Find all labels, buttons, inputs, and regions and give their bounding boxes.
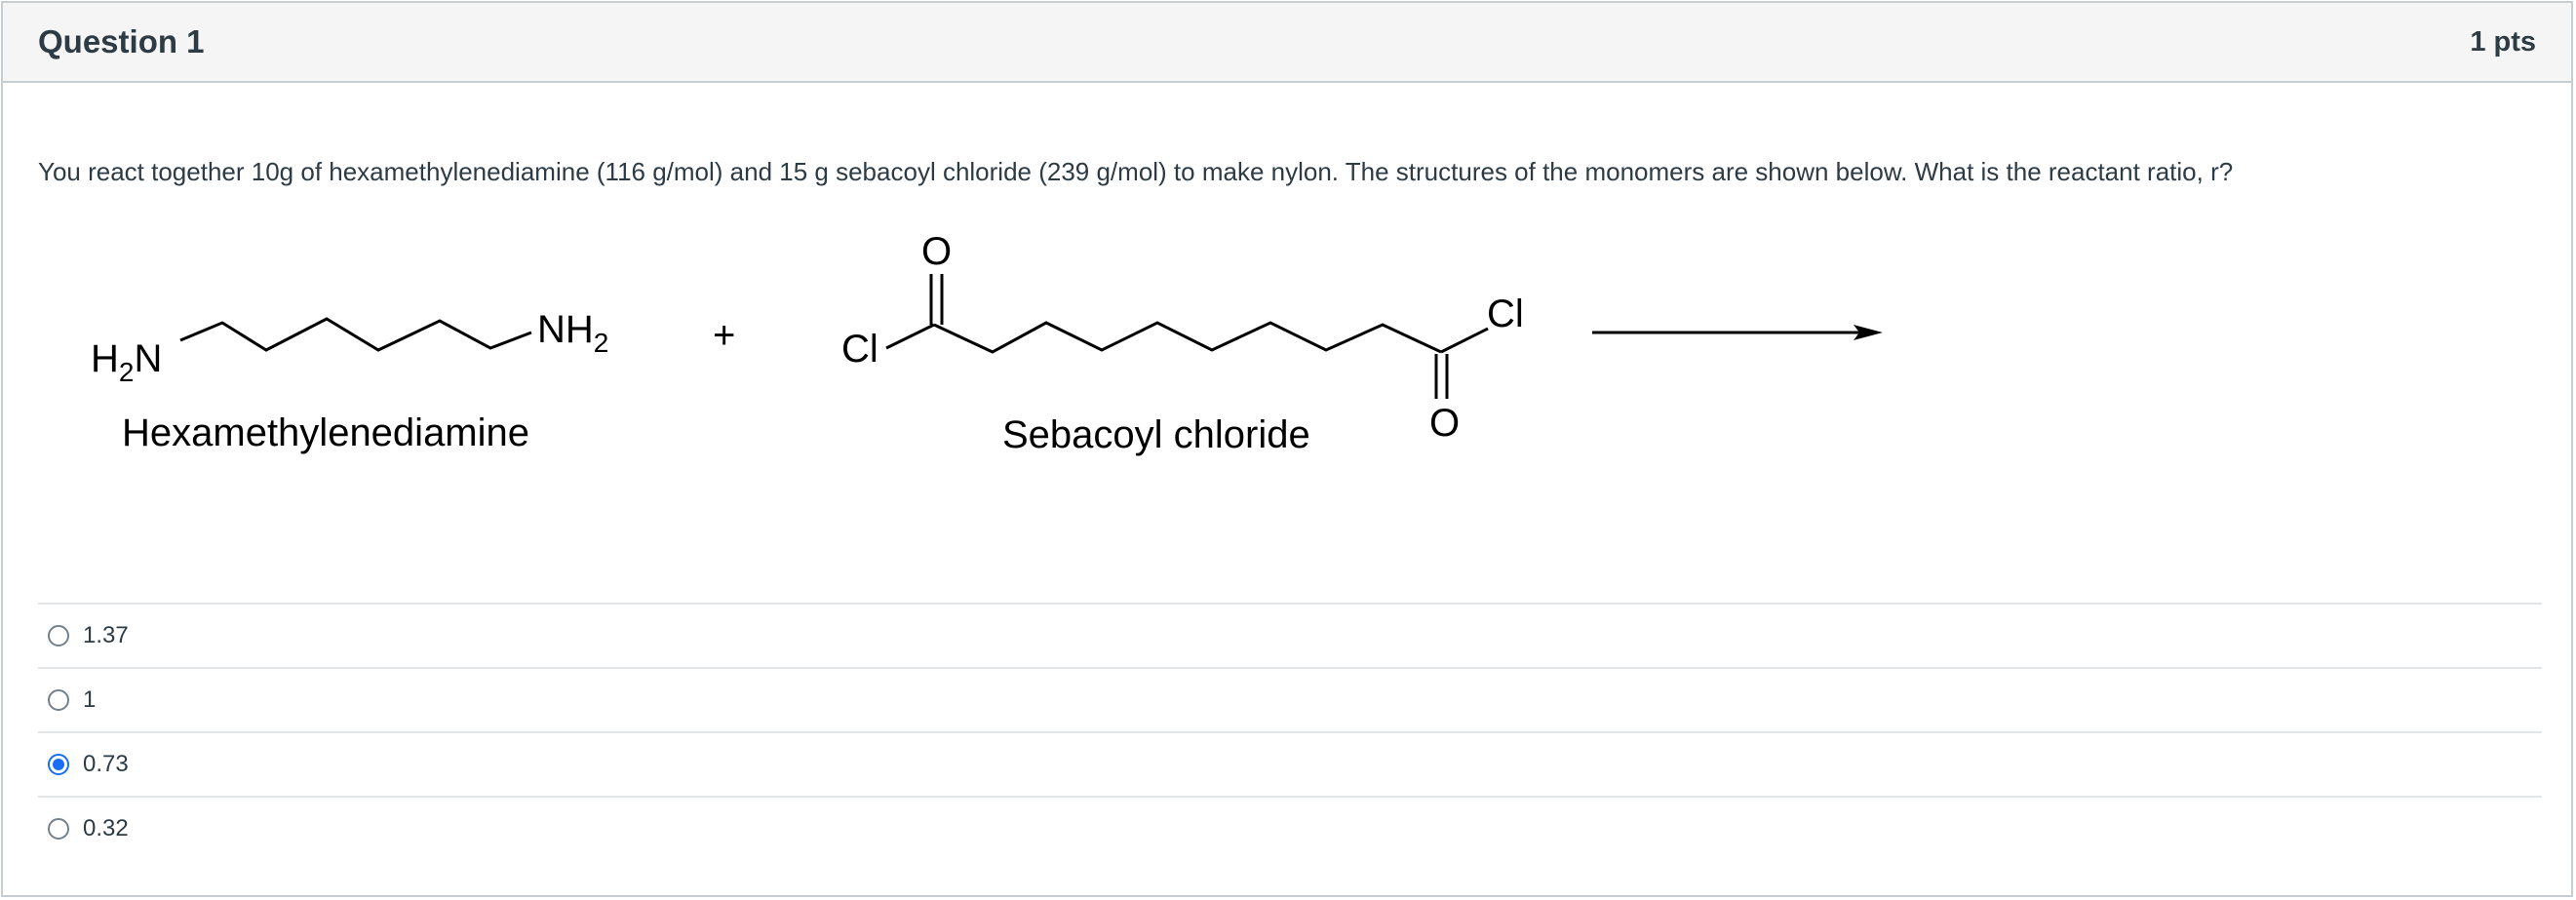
bond-cl-left <box>885 323 935 350</box>
question-title: Question 1 <box>38 23 205 59</box>
h2n-label: H2N <box>91 337 162 387</box>
diamine-chain <box>179 317 532 352</box>
cl-right-label: Cl <box>1487 293 1524 335</box>
question-points: 1 pts <box>2470 25 2536 58</box>
question-text: You react together 10g of hexamethylened… <box>38 157 2234 186</box>
answer-label: 1 <box>83 686 97 713</box>
nh2-label: NH2 <box>537 308 608 358</box>
plus-sign: + <box>713 314 735 357</box>
answer-label: 0.32 <box>83 815 129 841</box>
answer-option[interactable]: 0.73 <box>38 731 2542 796</box>
answer-label: 0.73 <box>83 751 129 777</box>
question-header: Question 1 1 pts <box>3 3 2571 83</box>
question-card: Question 1 1 pts You react together 10g … <box>1 1 2573 897</box>
sebacoyl-chloride-label: Sebacoyl chloride <box>1002 413 1310 456</box>
answer-option[interactable]: 1 <box>38 667 2542 731</box>
answer-option[interactable]: 0.32 <box>38 796 2542 860</box>
radio-button[interactable] <box>48 625 69 646</box>
o-top-label: O <box>921 230 952 273</box>
radio-button-selected[interactable] <box>48 754 69 775</box>
answer-label: 1.37 <box>83 622 129 648</box>
cl-left-label: Cl <box>841 328 878 371</box>
bond-cl-right <box>1440 327 1489 354</box>
reaction-diagram: H2N NH2 Hexamethylenediamine + Cl O Cl O… <box>91 230 1883 456</box>
hexamethylenediamine-label: Hexamethylenediamine <box>122 411 529 454</box>
radio-button[interactable] <box>48 818 69 840</box>
reaction-figure: H2N NH2 Hexamethylenediamine + Cl O Cl O… <box>61 215 1914 479</box>
sebacoyl-chain <box>933 321 1442 354</box>
radio-button[interactable] <box>48 689 69 711</box>
answer-list: 1.37 1 0.73 0.32 <box>38 603 2542 860</box>
answer-option[interactable]: 1.37 <box>38 603 2542 667</box>
o-bottom-label: O <box>1429 402 1460 445</box>
